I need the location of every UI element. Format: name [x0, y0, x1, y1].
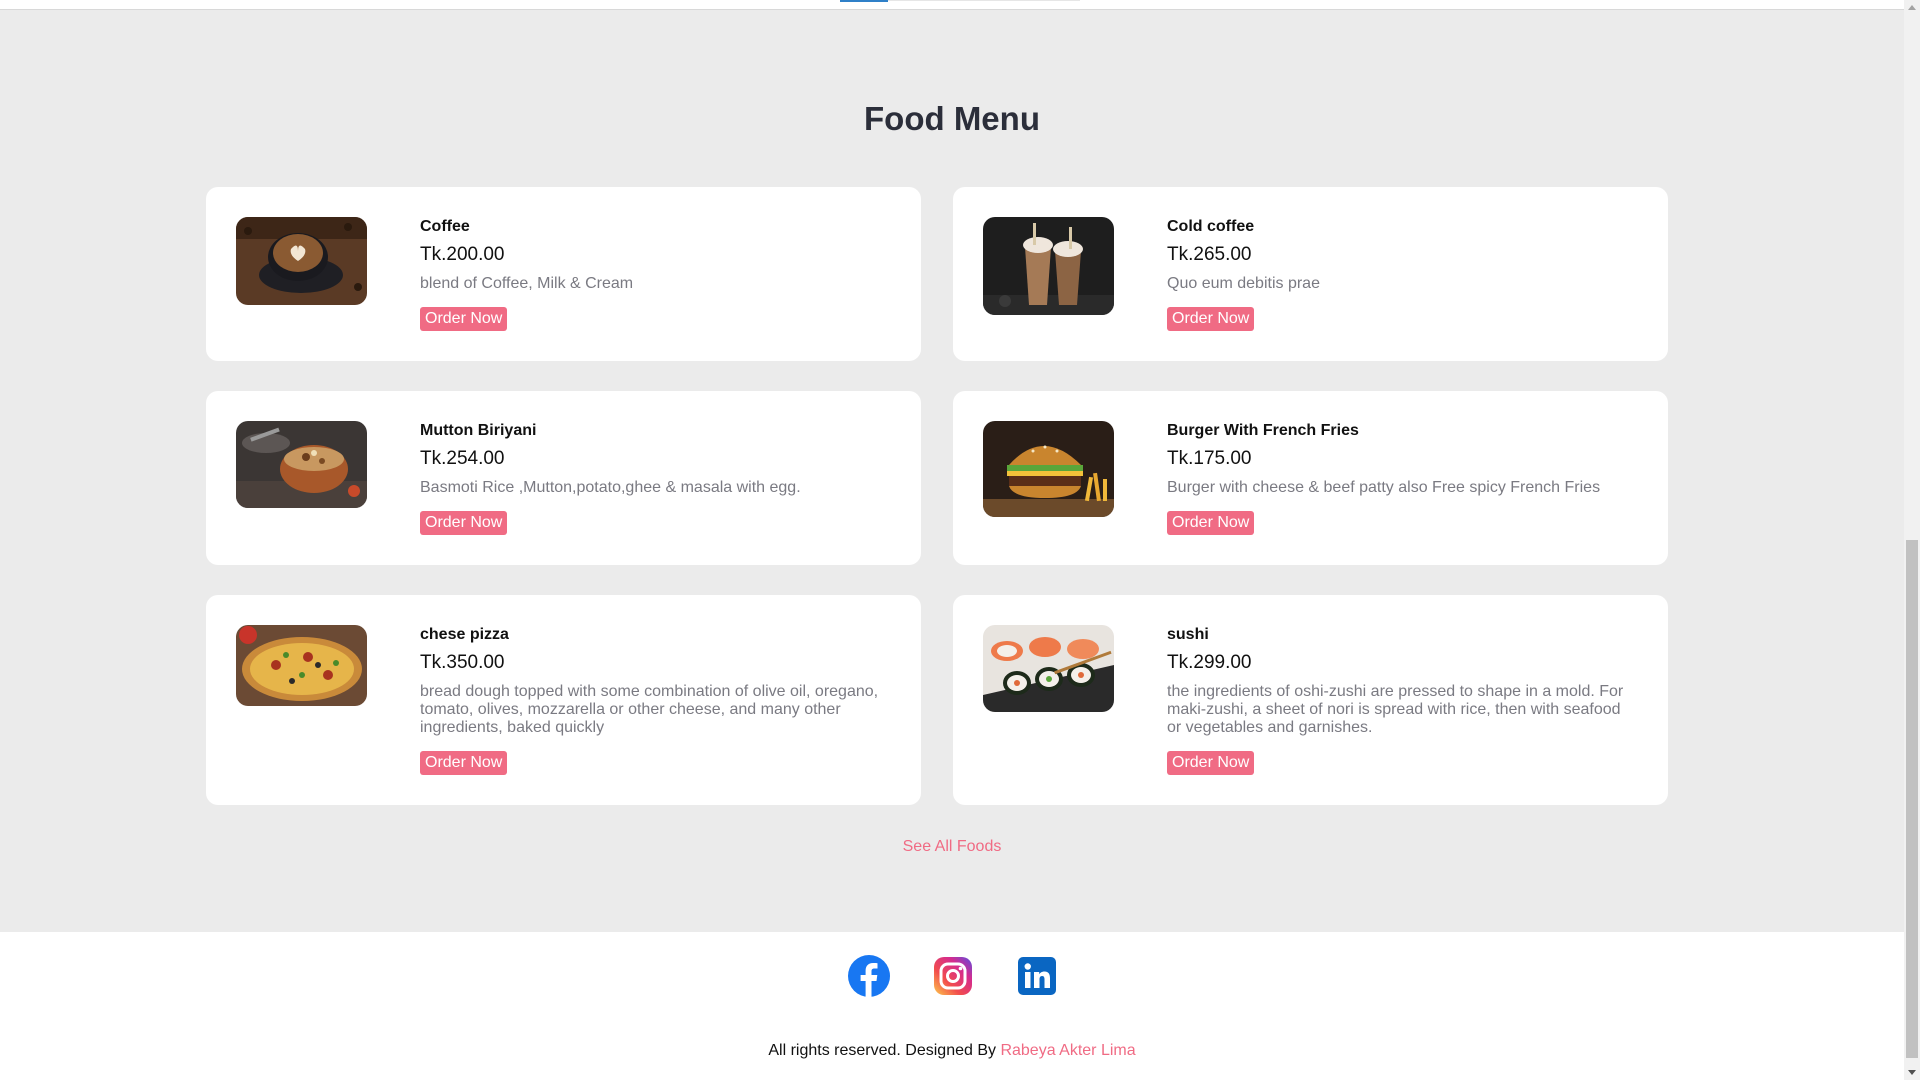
item-price: Tk.175.00	[1167, 448, 1252, 469]
order-now-button[interactable]: Order Now	[420, 511, 508, 535]
order-now-button[interactable]: Order Now	[1167, 511, 1255, 535]
menu-grid: Coffee Tk.200.00 blend of Coffee, Milk &…	[206, 187, 1668, 805]
vertical-scrollbar[interactable]	[1904, 0, 1920, 1080]
nav-tab-active-indicator[interactable]	[840, 0, 888, 2]
item-info: Coffee Tk.200.00 blend of Coffee, Milk &…	[420, 217, 891, 331]
facebook-icon[interactable]	[848, 955, 890, 997]
linkedin-icon[interactable]	[1016, 955, 1058, 997]
designer-link[interactable]: Rabeya Akter Lima	[1000, 1042, 1135, 1059]
scrollbar-thumb[interactable]	[1906, 540, 1918, 1058]
item-info: Cold coffee Tk.265.00 Quo eum debitis pr…	[1167, 217, 1638, 331]
menu-card: sushi Tk.299.00 the ingredients of oshi-…	[953, 595, 1668, 805]
scroll-up-arrow-icon[interactable]	[1908, 5, 1916, 10]
item-name: chese pizza	[420, 626, 509, 643]
item-description: the ingredients of oshi-zushi are presse…	[1167, 683, 1624, 736]
item-price: Tk.299.00	[1167, 652, 1252, 673]
item-name: Burger With French Fries	[1167, 422, 1359, 439]
menu-card: Burger With French Fries Tk.175.00 Burge…	[953, 391, 1668, 565]
item-price: Tk.254.00	[420, 448, 505, 469]
item-info: Mutton Biriyani Tk.254.00 Basmoti Rice ,…	[420, 421, 891, 535]
item-description: Quo eum debitis prae	[1167, 275, 1320, 292]
see-all-foods-link[interactable]: See All Foods	[0, 838, 1904, 856]
item-description: blend of Coffee, Milk & Cream	[420, 275, 634, 292]
item-name: Mutton Biriyani	[420, 422, 537, 439]
order-now-button[interactable]: Order Now	[1167, 307, 1255, 331]
menu-card: Mutton Biriyani Tk.254.00 Basmoti Rice ,…	[206, 391, 921, 565]
sushi-photo	[983, 625, 1114, 712]
item-price: Tk.200.00	[420, 244, 505, 265]
biriyani-photo	[236, 421, 367, 508]
section-title: Food Menu	[864, 100, 1040, 137]
menu-card: Coffee Tk.200.00 blend of Coffee, Milk &…	[206, 187, 921, 361]
item-price: Tk.265.00	[1167, 244, 1252, 265]
item-price: Tk.350.00	[420, 652, 505, 673]
pizza-photo	[236, 625, 367, 706]
item-description: Burger with cheese & beef patty also Fre…	[1167, 479, 1601, 496]
order-now-button[interactable]: Order Now	[1167, 751, 1255, 775]
footer: All rights reserved. Designed By Rabeya …	[0, 932, 1904, 1080]
item-name: Cold coffee	[1167, 218, 1255, 235]
instagram-icon[interactable]	[932, 955, 974, 997]
scroll-down-arrow-icon[interactable]	[1908, 1070, 1916, 1075]
page: Food Menu Coffee Tk.200.00 blend of Coff…	[0, 0, 1904, 1080]
copyright-prefix: All rights reserved. Designed By	[768, 1042, 996, 1059]
item-description: Basmoti Rice ,Mutton,potato,ghee & masal…	[420, 479, 801, 496]
menu-card: Cold coffee Tk.265.00 Quo eum debitis pr…	[953, 187, 1668, 361]
menu-card: chese pizza Tk.350.00 bread dough topped…	[206, 595, 921, 805]
cold-coffee-photo	[983, 217, 1114, 315]
order-now-button[interactable]: Order Now	[420, 751, 508, 775]
item-name: sushi	[1167, 626, 1209, 643]
item-description: bread dough topped with some combination…	[420, 683, 879, 736]
item-info: Burger With French Fries Tk.175.00 Burge…	[1167, 421, 1638, 535]
burger-photo	[983, 421, 1114, 517]
coffee-cup-photo	[236, 217, 367, 305]
copyright-text: All rights reserved. Designed By Rabeya …	[0, 1042, 1904, 1060]
item-info: sushi Tk.299.00 the ingredients of oshi-…	[1167, 625, 1638, 775]
social-links	[848, 955, 1058, 999]
top-nav-edge	[0, 0, 1904, 10]
item-name: Coffee	[420, 218, 470, 235]
order-now-button[interactable]: Order Now	[420, 307, 508, 331]
item-info: chese pizza Tk.350.00 bread dough topped…	[420, 625, 891, 775]
